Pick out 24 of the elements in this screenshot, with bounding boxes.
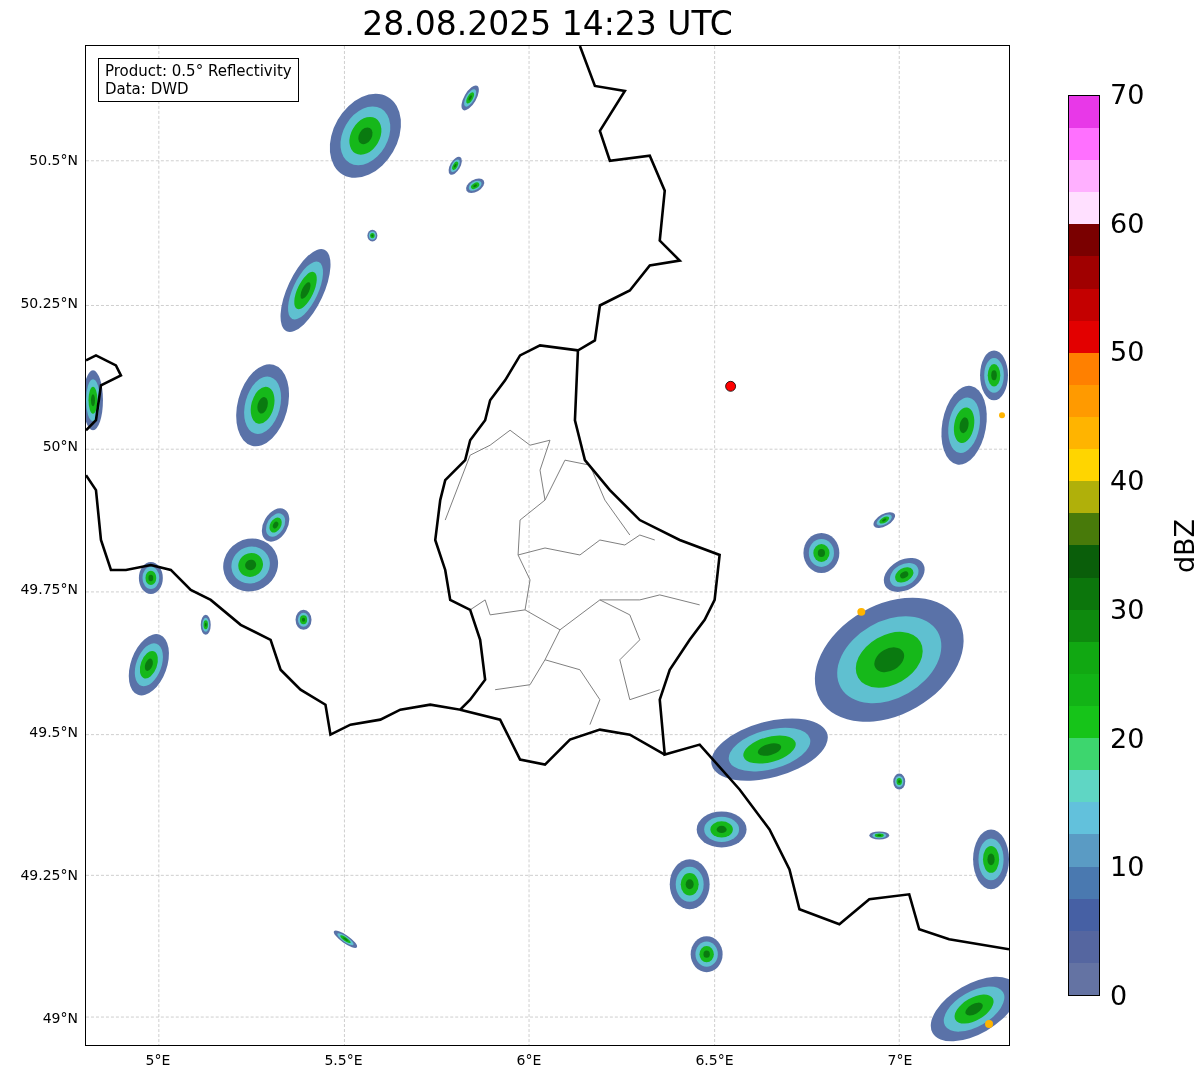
latitude-label: 49°N: [42, 1009, 78, 1027]
info-text: Data: DWD: [105, 80, 190, 98]
longitude-label: 5.5°E: [323, 1051, 364, 1069]
longitude-label: 7°E: [886, 1051, 914, 1069]
info-text: Product: 0.5° Reflectivity: [105, 62, 292, 80]
colorbar-tick-label: 30: [1110, 593, 1145, 626]
latitude-label: 49.25°N: [20, 866, 78, 884]
latitude-label: 49.5°N: [29, 723, 78, 741]
colorbar-tick-label: 10: [1110, 851, 1145, 884]
colorbar-label: dBZ: [1169, 518, 1202, 574]
latitude-label: 50°N: [42, 437, 78, 455]
colorbar-tick-label: 40: [1110, 465, 1145, 498]
latitude-label: 50.5°N: [29, 151, 78, 169]
latitude-label: 49.75°N: [20, 580, 78, 598]
latitude-label: 50.25°N: [20, 294, 78, 312]
colorbar-tick-label: 50: [1110, 336, 1145, 369]
longitude-label: 5°E: [144, 1051, 172, 1069]
colorbar-tick-label: 60: [1110, 207, 1145, 240]
colorbar-tick-label: 70: [1110, 79, 1145, 111]
longitude-label: 6.5°E: [694, 1051, 735, 1069]
chart-title: 28.08.2025 14:23 UTC: [361, 4, 734, 44]
colorbar-tick-label: 20: [1110, 722, 1145, 755]
colorbar-tick-label: 0: [1110, 980, 1128, 1012]
longitude-label: 6°E: [515, 1051, 543, 1069]
